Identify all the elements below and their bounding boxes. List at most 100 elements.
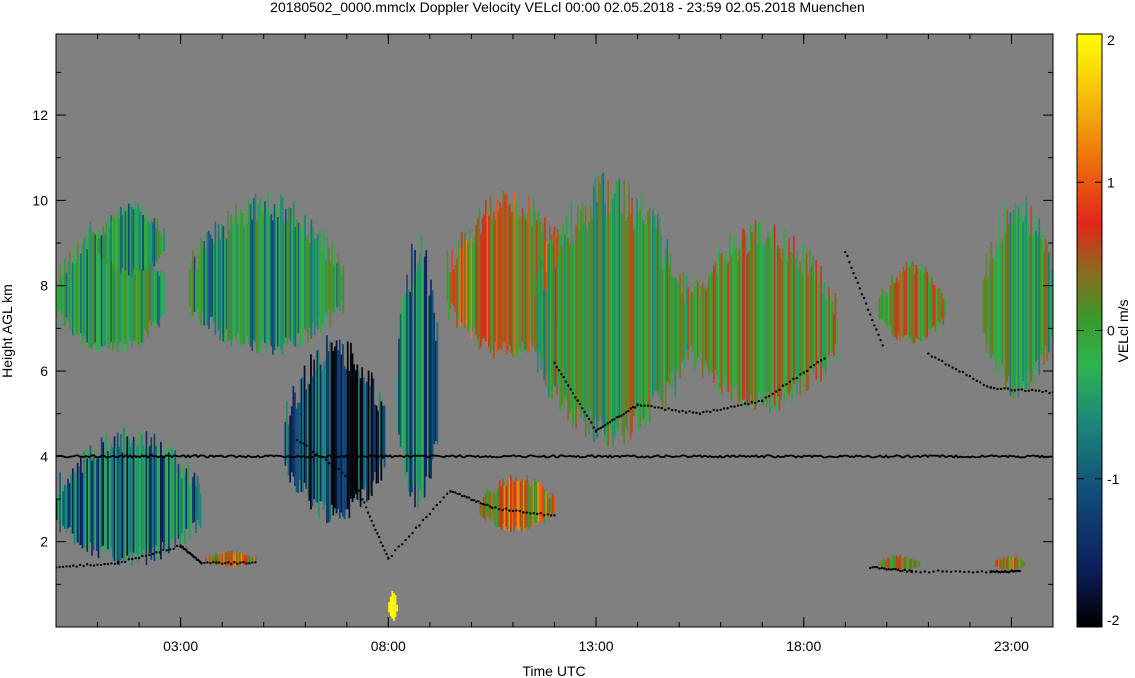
base-point bbox=[99, 563, 103, 567]
echo-column bbox=[513, 481, 515, 533]
echo-column bbox=[636, 198, 638, 407]
base-point bbox=[504, 507, 508, 510]
echo-column bbox=[1016, 214, 1018, 388]
base-point bbox=[967, 570, 970, 573]
base-point bbox=[604, 424, 607, 427]
echo-column bbox=[907, 558, 909, 570]
echo-column bbox=[342, 344, 344, 517]
echo-column bbox=[226, 553, 228, 566]
echo-column bbox=[219, 239, 221, 341]
base-point bbox=[620, 414, 623, 417]
x-tick-label: 03:00 bbox=[163, 638, 198, 654]
echo-column bbox=[690, 292, 693, 346]
echo-column bbox=[762, 244, 765, 406]
base-point bbox=[401, 543, 404, 546]
echo-column bbox=[65, 272, 68, 318]
colorbar-tick-label: -2 bbox=[1107, 612, 1120, 628]
base-point bbox=[896, 568, 900, 571]
echo-column bbox=[318, 230, 321, 318]
echo-column bbox=[73, 247, 76, 334]
echo-column bbox=[576, 205, 579, 409]
base-point bbox=[106, 562, 110, 566]
base-point bbox=[972, 377, 975, 381]
base-point bbox=[518, 509, 522, 513]
echo-column bbox=[398, 338, 400, 435]
echo-column bbox=[472, 242, 474, 332]
echo-column bbox=[490, 493, 493, 520]
echo-column bbox=[118, 218, 120, 270]
base-point bbox=[454, 491, 457, 494]
echo-column bbox=[119, 206, 122, 274]
echo-column bbox=[245, 554, 248, 564]
echo-column bbox=[878, 297, 881, 321]
echo-column bbox=[190, 262, 193, 318]
echo-column bbox=[1001, 239, 1004, 365]
echo-column bbox=[459, 247, 461, 327]
base-point bbox=[587, 417, 591, 421]
echo-column bbox=[80, 457, 82, 546]
echo-column bbox=[156, 218, 159, 264]
echo-column bbox=[137, 203, 140, 269]
echo-column bbox=[412, 284, 415, 485]
echo-column bbox=[934, 285, 937, 332]
echo-column bbox=[448, 273, 450, 321]
echo-column bbox=[92, 456, 95, 551]
base-point bbox=[242, 560, 245, 564]
base-point bbox=[986, 385, 989, 388]
echo-column bbox=[881, 560, 884, 568]
echo-column bbox=[80, 253, 82, 334]
echo-column bbox=[902, 266, 905, 337]
base-point bbox=[472, 498, 475, 502]
base-point bbox=[151, 552, 155, 556]
echo-column bbox=[350, 342, 352, 499]
echo-column bbox=[520, 218, 522, 352]
base-point bbox=[224, 561, 227, 565]
echo-column bbox=[436, 322, 439, 444]
echo-column bbox=[607, 180, 609, 447]
echo-column bbox=[307, 233, 309, 344]
echo-column bbox=[524, 480, 527, 529]
base-point bbox=[592, 426, 595, 429]
echo-column bbox=[99, 458, 101, 553]
echo-column bbox=[316, 234, 319, 330]
echo-column bbox=[888, 291, 890, 330]
echo-column bbox=[559, 235, 561, 412]
echo-column bbox=[1017, 207, 1020, 399]
echo-column bbox=[1044, 238, 1047, 345]
base-point bbox=[442, 496, 445, 499]
echo-column bbox=[337, 254, 340, 307]
base-point bbox=[965, 374, 968, 377]
echo-column bbox=[179, 468, 181, 547]
echo-column bbox=[1012, 557, 1015, 570]
base-point bbox=[539, 512, 542, 515]
echo-column bbox=[584, 206, 587, 438]
echo-column bbox=[361, 367, 363, 489]
echo-column bbox=[236, 224, 239, 334]
echo-column bbox=[84, 236, 87, 342]
base-point bbox=[1003, 387, 1006, 390]
echo-column bbox=[92, 231, 95, 345]
base-point bbox=[954, 368, 958, 371]
echo-column bbox=[695, 277, 698, 363]
echo-column bbox=[110, 221, 112, 261]
echo-column bbox=[67, 260, 69, 321]
echo-column bbox=[656, 213, 659, 392]
echo-column bbox=[121, 452, 124, 558]
echo-column bbox=[336, 263, 338, 308]
base-point bbox=[1020, 388, 1023, 391]
echo-column bbox=[931, 277, 933, 328]
base-point bbox=[451, 490, 455, 494]
base-point bbox=[781, 384, 785, 387]
base-point bbox=[61, 565, 65, 568]
base-point bbox=[96, 563, 99, 566]
echo-column bbox=[724, 251, 726, 378]
echo-column bbox=[419, 254, 421, 490]
echo-column bbox=[826, 285, 829, 367]
echo-column bbox=[233, 218, 236, 337]
echo-column bbox=[78, 254, 81, 339]
echo-column bbox=[169, 447, 172, 545]
base-point bbox=[383, 549, 386, 552]
echo-column bbox=[829, 298, 832, 351]
base-point bbox=[206, 561, 209, 564]
base-point bbox=[363, 501, 366, 504]
